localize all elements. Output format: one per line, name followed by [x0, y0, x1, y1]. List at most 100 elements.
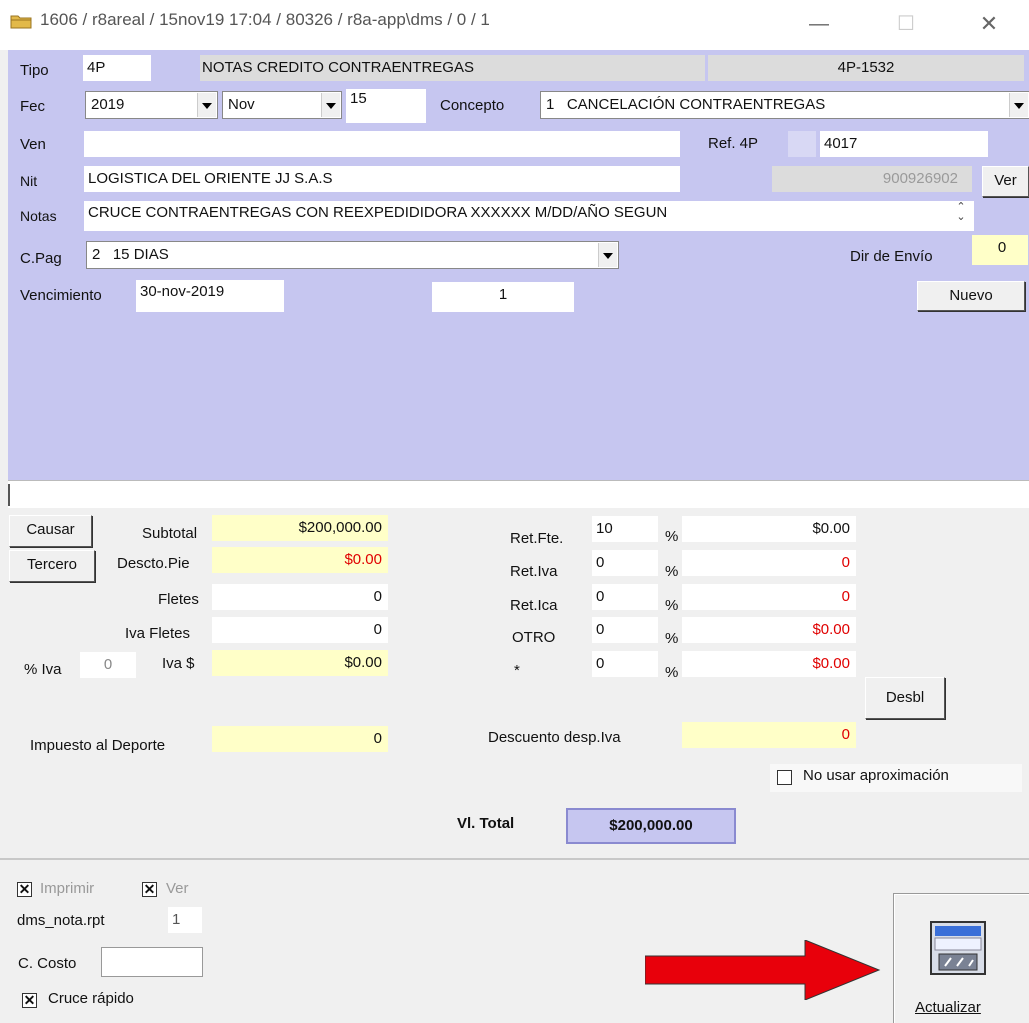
month-select[interactable]: Nov [222, 91, 342, 119]
star-label: * [514, 662, 520, 679]
folder-icon [10, 15, 32, 29]
ven-input[interactable] [84, 131, 680, 157]
otro-value: $0.00 [682, 617, 856, 643]
ccosto-input[interactable] [101, 947, 203, 977]
ret-fte-pct-symbol: % [665, 528, 679, 545]
ccosto-label: C. Costo [18, 955, 77, 972]
title-bar: 1606 / r8areal / 15nov19 17:04 / 80326 /… [0, 0, 1029, 50]
nit-name-input[interactable]: LOGISTICA DEL ORIENTE JJ S.A.S [84, 166, 680, 192]
ver-button[interactable]: Ver [982, 166, 1029, 197]
pct-iva-label: % Iva [24, 661, 62, 678]
ret-ica-value: 0 [682, 584, 856, 610]
dir-envio-input[interactable]: 0 [972, 235, 1028, 265]
impuesto-deporte-value: 0 [212, 726, 388, 752]
no-aproximacion-checkbox[interactable] [777, 770, 792, 785]
nit-number: 900926902 [772, 166, 972, 192]
section-divider [0, 858, 1029, 860]
nuevo-button[interactable]: Nuevo [917, 281, 1025, 311]
iva-value: $0.00 [212, 650, 388, 676]
tercero-button[interactable]: Tercero [9, 550, 95, 582]
window-title: 1606 / r8areal / 15nov19 17:04 / 80326 /… [40, 10, 490, 29]
ref-spacer [788, 131, 816, 157]
cruce-rapido-checkbox[interactable]: ✕ [22, 993, 37, 1008]
impuesto-deporte-label: Impuesto al Deporte [30, 737, 166, 754]
cpag-value: 2 15 DIAS [92, 246, 169, 263]
subtotal-value: $200,000.00 [212, 515, 388, 541]
splitter-bar[interactable] [8, 480, 1029, 508]
causar-button[interactable]: Causar [9, 515, 92, 547]
close-button[interactable]: ✕ [966, 6, 1012, 42]
ret-fte-label: Ret.Fte. [510, 530, 564, 547]
vl-total-value: $200,000.00 [566, 808, 736, 844]
ret-fte-pct-input[interactable]: 10 [592, 516, 658, 542]
fec-label: Fec [20, 98, 46, 115]
chevron-down-icon[interactable] [197, 93, 216, 117]
ret-ica-pct-input[interactable]: 0 [592, 584, 658, 610]
dir-envio-label: Dir de Envío [850, 248, 933, 265]
star-pct-symbol: % [665, 664, 679, 681]
star-value: $0.00 [682, 651, 856, 677]
concepto-value: 1 CANCELACIÓN CONTRAENTREGAS [546, 96, 826, 113]
subtotal-label: Subtotal [142, 525, 198, 542]
actualizar-label: Actualizar [915, 999, 981, 1016]
fletes-input[interactable]: 0 [212, 584, 388, 610]
ret-ica-pct-symbol: % [665, 597, 679, 614]
nit-label: Nit [20, 173, 38, 189]
report-name: dms_nota.rpt [17, 912, 105, 929]
scroll-updown-icon[interactable]: ⌃ ⌄ [952, 202, 970, 228]
ret-ica-label: Ret.Ica [510, 597, 558, 614]
chevron-down-icon[interactable] [321, 93, 340, 117]
cuotas-input[interactable]: 1 [432, 282, 574, 312]
red-arrow-annotation [645, 940, 881, 1000]
maximize-button[interactable]: ☐ [883, 6, 929, 42]
notas-textarea[interactable]: CRUCE CONTRAENTREGAS CON REEXPEDIDIDORA … [84, 201, 974, 231]
tipo-description: NOTAS CREDITO CONTRAENTREGAS [200, 55, 705, 81]
descuento-desp-iva-value: 0 [682, 722, 856, 748]
ven-label: Ven [20, 136, 46, 153]
otro-pct-input[interactable]: 0 [592, 617, 658, 643]
cpag-select[interactable]: 2 15 DIAS [86, 241, 619, 269]
ret-fte-value: $0.00 [682, 516, 856, 542]
year-select[interactable]: 2019 [85, 91, 218, 119]
chevron-down-icon[interactable] [1009, 93, 1028, 117]
copies-input[interactable]: 1 [168, 907, 202, 933]
ret-iva-label: Ret.Iva [510, 563, 558, 580]
star-pct-input[interactable]: 0 [592, 651, 658, 677]
month-value: Nov [228, 96, 255, 113]
descto-pie-value: $0.00 [212, 547, 388, 573]
day-input[interactable]: 15 [346, 89, 426, 123]
pct-iva-input[interactable]: 0 [80, 652, 136, 678]
concepto-select[interactable]: 1 CANCELACIÓN CONTRAENTREGAS [540, 91, 1029, 119]
vl-total-label: Vl. Total [457, 815, 515, 832]
otro-label: OTRO [512, 629, 556, 646]
descuento-desp-iva-label: Descuento desp.Iva [488, 729, 621, 746]
ver-checkbox[interactable]: ✕ [142, 882, 157, 897]
imprimir-checkbox[interactable]: ✕ [17, 882, 32, 897]
concepto-label: Concepto [440, 97, 505, 114]
iva-fletes-label: Iva Fletes [125, 625, 191, 642]
splitter-handle [8, 484, 10, 506]
desbl-button[interactable]: Desbl [865, 677, 945, 719]
minimize-button[interactable]: — [796, 6, 842, 42]
nuevo-label: Nuevo [949, 287, 993, 304]
document-number: 4P-1532 [708, 55, 1024, 81]
ret-iva-pct-input[interactable]: 0 [592, 550, 658, 576]
cruce-rapido-label: Cruce rápido [48, 990, 134, 1007]
ret-iva-value: 0 [682, 550, 856, 576]
ref-number-input[interactable]: 4017 [820, 131, 988, 157]
no-aproximacion-label: No usar aproximación [803, 767, 949, 784]
tipo-label: Tipo [20, 62, 49, 79]
chevron-down-icon[interactable] [598, 243, 617, 267]
imprimir-label: Imprimir [40, 880, 95, 897]
ret-iva-pct-symbol: % [665, 563, 679, 580]
ver-label: Ver [166, 880, 189, 897]
vencimiento-input[interactable]: 30-nov-2019 [136, 280, 284, 312]
ref-label: Ref. 4P [708, 135, 759, 152]
vencimiento-label: Vencimiento [20, 287, 102, 304]
year-value: 2019 [91, 96, 125, 113]
notas-label: Notas [20, 208, 57, 224]
iva-fletes-input[interactable]: 0 [212, 617, 388, 643]
tipo-input[interactable]: 4P [83, 55, 151, 81]
fletes-label: Fletes [158, 591, 199, 608]
calculator-save-icon [930, 921, 986, 975]
